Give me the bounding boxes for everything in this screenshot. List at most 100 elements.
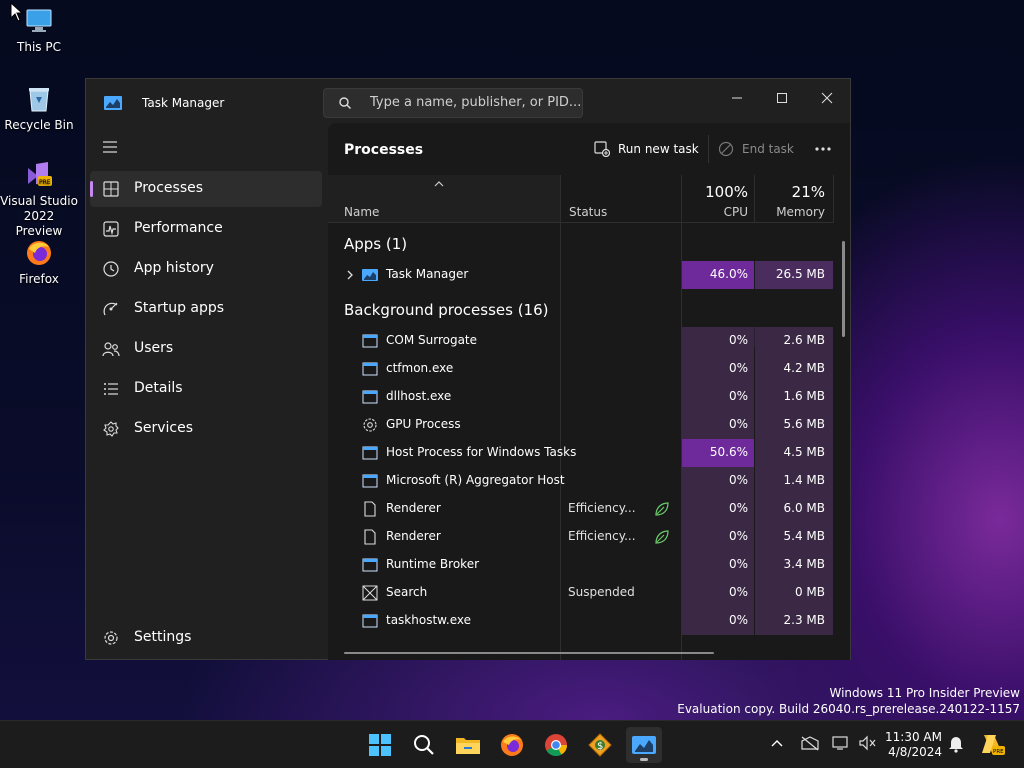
table-row[interactable]: dllhost.exe 0% 1.6 MB <box>328 383 833 411</box>
process-name: dllhost.exe <box>386 389 452 403</box>
desktop-icon-recycle-bin[interactable]: Recycle Bin <box>0 84 79 133</box>
apps-group-header: Apps (1) <box>344 235 408 253</box>
column-header-name[interactable]: Name <box>328 175 560 223</box>
window-process-icon <box>362 474 378 488</box>
notification-bell-icon[interactable] <box>948 735 964 753</box>
sidebar-item-settings[interactable]: Settings <box>90 620 322 656</box>
sidebar-item-processes[interactable]: Processes <box>90 171 322 207</box>
sidebar-item-users[interactable]: Users <box>90 331 322 367</box>
desktop-icon-label: Firefox <box>19 272 59 286</box>
process-name: Renderer <box>386 501 441 515</box>
users-icon <box>102 342 120 357</box>
window-title: Task Manager <box>142 96 225 110</box>
table-row[interactable]: Runtime Broker 0% 3.4 MB <box>328 551 833 579</box>
watermark-edition: Windows 11 Pro Insider Preview <box>829 686 1020 700</box>
firefox-icon <box>22 238 56 268</box>
sidebar-item-label: Startup apps <box>134 300 225 316</box>
start-button[interactable] <box>362 727 398 763</box>
vertical-scrollbar[interactable] <box>842 241 845 337</box>
show-hidden-icons-chevron-icon[interactable] <box>771 739 783 747</box>
window-process-icon <box>362 362 378 376</box>
sidebar-item-details[interactable]: Details <box>90 371 322 407</box>
running-indicator <box>640 758 648 761</box>
background-processes-group-header: Background processes (16) <box>344 301 549 319</box>
clock-date: 4/8/2024 <box>888 745 942 759</box>
table-row[interactable]: Microsoft (R) Aggregator Host 0% 1.4 MB <box>328 467 833 495</box>
horizontal-scrollbar[interactable] <box>344 652 714 654</box>
tag-app-icon: $ <box>588 733 612 757</box>
sidebar-item-app-history[interactable]: App history <box>90 251 322 287</box>
process-memory: 4.5 MB <box>755 439 833 467</box>
toolbar-divider <box>708 135 709 163</box>
process-name: Host Process for Windows Tasks <box>386 445 577 459</box>
run-new-task-button[interactable]: Run new task <box>594 137 699 161</box>
column-header-cpu[interactable]: 100% CPU <box>682 175 754 223</box>
sidebar-item-services[interactable]: Services <box>90 411 322 447</box>
window-process-icon <box>362 558 378 572</box>
column-header-status[interactable]: Status <box>561 175 681 223</box>
title-bar[interactable]: Task Manager Type a name, publisher, or … <box>86 79 850 123</box>
taskbar-search-button[interactable] <box>406 727 442 763</box>
table-row[interactable]: COM Surrogate 0% 2.6 MB <box>328 327 833 355</box>
table-row[interactable]: ctfmon.exe 0% 4.2 MB <box>328 355 833 383</box>
minimize-icon <box>732 97 742 99</box>
table-row[interactable]: GPU Process 0% 5.6 MB <box>328 411 833 439</box>
taskbar-chrome[interactable] <box>538 727 574 763</box>
table-row[interactable]: Renderer Efficiency... 0% 6.0 MB <box>328 495 833 523</box>
run-new-task-icon <box>594 141 610 157</box>
sidebar-nav: Processes Performance App history Startu… <box>86 123 326 660</box>
end-task-button[interactable]: End task <box>718 137 794 161</box>
sidebar-item-startup-apps[interactable]: Startup apps <box>90 291 322 327</box>
volume-muted-icon[interactable] <box>858 735 876 751</box>
desktop-icon-firefox[interactable]: Firefox <box>0 238 79 287</box>
table-row[interactable]: Renderer Efficiency... 0% 5.4 MB <box>328 523 833 551</box>
process-memory: 4.2 MB <box>755 355 833 383</box>
network-disconnected-icon[interactable] <box>800 735 820 751</box>
maximize-button[interactable] <box>759 83 805 113</box>
expand-chevron-icon[interactable] <box>346 270 354 280</box>
taskbar-app-store[interactable]: $ <box>582 727 618 763</box>
column-header-memory[interactable]: 21% Memory <box>755 175 833 223</box>
document-icon <box>364 501 376 517</box>
desktop-icon-label: Visual Studio 2022 Preview <box>0 194 78 238</box>
search-icon <box>339 97 351 109</box>
desktop-icon-this-pc[interactable]: This PC <box>0 6 79 55</box>
services-icon <box>103 421 119 437</box>
process-name: Task Manager <box>386 267 469 281</box>
table-row[interactable]: Task Manager 46.0% 26.5 MB <box>328 261 833 289</box>
process-name: Search <box>386 585 428 599</box>
task-manager-app-icon <box>104 96 122 110</box>
table-row[interactable]: taskhostw.exe 0% 2.3 MB <box>328 607 833 635</box>
process-memory: 5.4 MB <box>755 523 833 551</box>
process-cpu: 0% <box>682 579 754 607</box>
table-row[interactable]: Search Suspended 0% 0 MB <box>328 579 833 607</box>
page-title: Processes <box>344 142 424 158</box>
more-options-button[interactable] <box>814 137 832 161</box>
desktop-icon-visual-studio[interactable]: PRE Visual Studio 2022 Preview <box>0 160 79 239</box>
process-memory: 5.6 MB <box>755 411 833 439</box>
taskbar: $ 11:30 AM 4/8/2024 PRE <box>0 720 1024 768</box>
maximize-icon <box>777 93 787 103</box>
table-row[interactable]: Host Process for Windows Tasks 50.6% 4.5… <box>328 439 833 467</box>
taskbar-task-manager[interactable] <box>626 727 662 763</box>
search-process-icon <box>362 585 378 601</box>
taskbar-file-explorer[interactable] <box>450 727 486 763</box>
search-input[interactable]: Type a name, publisher, or PID... <box>323 88 583 118</box>
system-clock[interactable]: 11:30 AM 4/8/2024 <box>884 730 942 760</box>
svg-text:PRE: PRE <box>993 749 1004 755</box>
process-cpu: 0% <box>682 327 754 355</box>
process-name: COM Surrogate <box>386 333 478 347</box>
display-icon[interactable] <box>832 735 850 751</box>
watermark-build: Evaluation copy. Build 26040.rs_prerelea… <box>677 702 1020 716</box>
sidebar-item-performance[interactable]: Performance <box>90 211 322 247</box>
minimize-button[interactable] <box>714 83 760 113</box>
end-task-label: End task <box>742 142 794 156</box>
process-memory: 2.3 MB <box>755 607 833 635</box>
gear-icon <box>363 418 377 432</box>
taskbar-firefox[interactable] <box>494 727 530 763</box>
process-name: Runtime Broker <box>386 557 480 571</box>
close-button[interactable] <box>804 83 850 113</box>
hamburger-menu-icon[interactable] <box>102 140 118 154</box>
memory-total-value: 21% <box>791 183 825 201</box>
copilot-preview-icon[interactable]: PRE <box>980 731 1006 757</box>
